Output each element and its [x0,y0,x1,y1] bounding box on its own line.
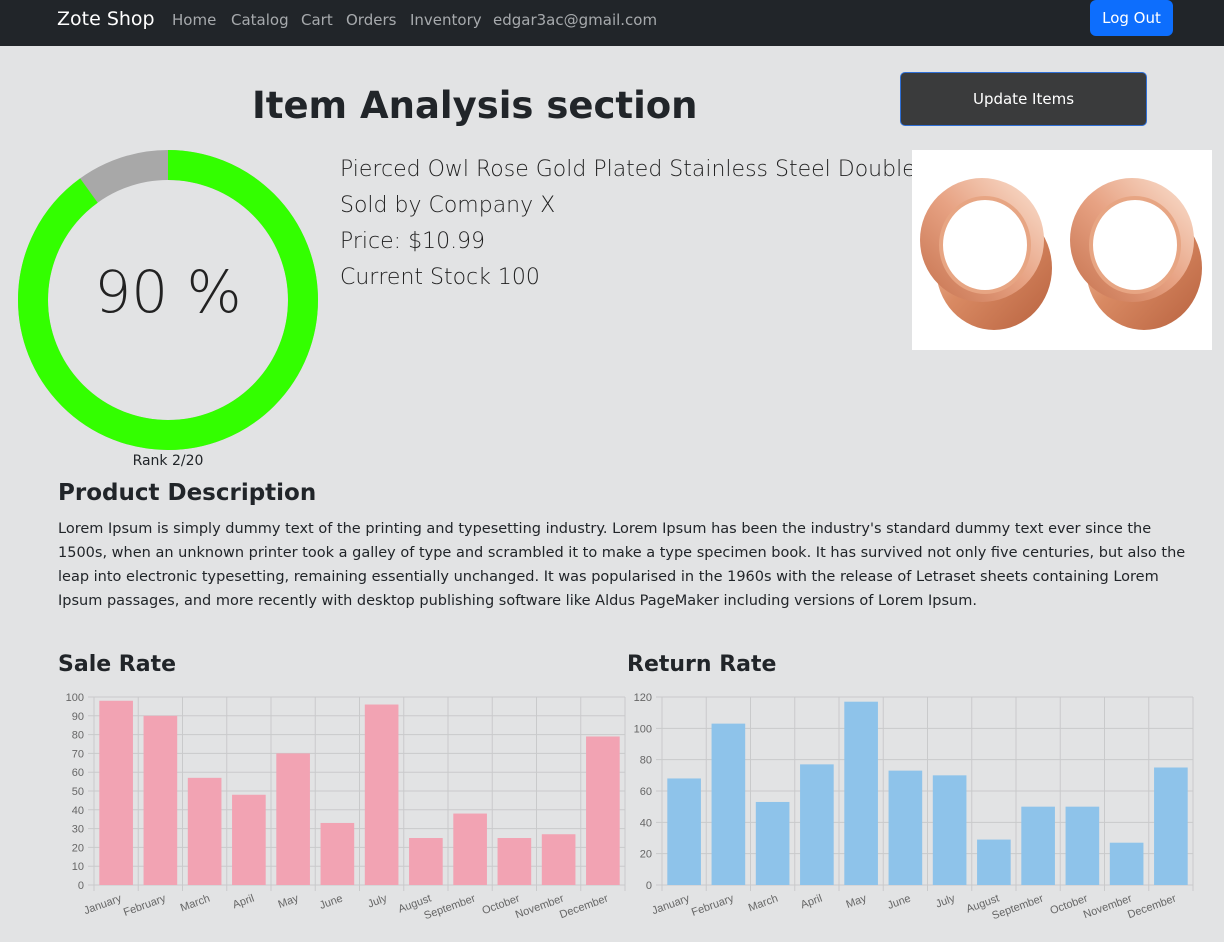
x-tick-label: February [122,892,168,919]
item-name: Pierced Owl Rose Gold Plated Stainless S… [340,157,916,182]
bar-may[interactable] [844,701,878,885]
x-tick-label: July [366,892,389,910]
x-tick-label: February [690,892,736,919]
x-tick-label: September [422,892,477,922]
return-rate-chart: 0 20 40 60 80 100 120 JanuaryFebruary March April… [634,692,1194,922]
nav-link-catalog[interactable]: Catalog [231,11,289,29]
product-image [912,150,1212,350]
x-tick-label: January [82,892,123,917]
y-tick-label: 80 [72,730,84,742]
y-tick-label: 120 [634,692,652,704]
sale-rate-title: Sale Rate [58,652,177,677]
bar-june[interactable] [320,822,355,885]
bar-august[interactable] [409,838,443,885]
x-tick-label: July [934,892,957,910]
bar-september[interactable] [453,813,487,885]
y-tick-label: 80 [640,755,652,767]
bar-january[interactable] [667,778,701,885]
description-text: Lorem Ipsum is simply dummy text of the … [58,521,1186,609]
x-tick-label: September [990,892,1045,922]
y-tick-label: 10 [72,861,84,873]
logout-button[interactable]: Log Out [1090,0,1173,36]
update-items-button[interactable]: Update Items [900,72,1147,126]
bar-march[interactable] [755,801,790,885]
nav-link-home[interactable]: Home [172,11,216,29]
y-tick-label: 90 [72,711,84,723]
nav-link-orders[interactable]: Orders [346,11,396,29]
y-tick-label: 40 [72,805,84,817]
bar-august[interactable] [977,839,1011,885]
bar-april[interactable] [232,794,266,885]
y-tick-label: 20 [640,849,652,861]
bar-april[interactable] [800,764,834,885]
y-tick-label: 70 [72,748,84,760]
page-title: Item Analysis section [252,84,698,127]
nav-user-email[interactable]: edgar3ac@gmail.com [493,11,657,29]
x-tick-label: March [747,893,780,915]
bar-january[interactable] [99,700,133,885]
bar-february[interactable] [143,715,178,885]
brand-link[interactable]: Zote Shop [57,8,155,30]
y-tick-label: 100 [634,723,652,735]
x-tick-label: December [558,892,610,921]
y-tick-label: 100 [66,692,84,704]
bar-july[interactable] [364,704,399,885]
y-tick-label: 20 [72,842,84,854]
bar-may[interactable] [276,753,310,885]
x-tick-label: November [1082,892,1134,921]
item-stock: Current Stock 100 [340,265,540,290]
x-tick-label: May [277,892,301,911]
description-title: Product Description [58,480,317,506]
nav-link-cart[interactable]: Cart [301,11,333,29]
bar-december[interactable] [1154,767,1188,886]
tunnel-left [920,178,1052,330]
bar-july[interactable] [932,775,967,885]
bar-october[interactable] [1065,806,1100,885]
item-price: Price: $10.99 [340,229,486,254]
rank-label: Rank 2/20 [132,453,204,469]
bar-march[interactable] [187,777,222,885]
x-tick-label: April [231,893,256,912]
x-tick-label: January [650,892,691,917]
y-tick-label: 60 [640,786,652,798]
y-tick-label: 0 [646,880,652,892]
bar-december[interactable] [586,736,620,885]
y-tick-label: 30 [72,824,84,836]
x-tick-label: June [318,893,345,912]
x-tick-label: May [845,892,869,911]
x-tick-label: June [886,893,913,912]
y-tick-label: 60 [72,767,84,779]
bar-october[interactable] [497,838,532,885]
bar-june[interactable] [888,770,923,885]
x-tick-label: April [799,893,824,912]
y-tick-label: 40 [640,817,652,829]
item-seller: Sold by Company X [340,193,556,218]
bar-september[interactable] [1021,806,1055,885]
navbar: Zote Shop Home Catalog Cart Orders Inven… [0,0,1224,46]
x-tick-label: November [514,892,566,921]
score-percent: 90 % [94,258,242,326]
y-tick-label: 0 [78,880,84,892]
item-info: Pierced Owl Rose Gold Plated Stainless S… [340,153,916,297]
y-tick-label: 50 [72,786,84,798]
x-tick-label: December [1126,892,1178,921]
bar-february[interactable] [711,723,746,885]
x-tick-label: March [179,893,212,915]
bar-november[interactable] [541,834,576,885]
nav-link-inventory[interactable]: Inventory [410,11,482,29]
bar-november[interactable] [1109,842,1144,885]
sale-rate-chart: 0 10 20 30 40 50 60 70 80 90 100 JanuaryFebruary Mar… [66,692,626,922]
return-rate-title: Return Rate [627,652,777,677]
tunnel-right [1070,178,1202,330]
